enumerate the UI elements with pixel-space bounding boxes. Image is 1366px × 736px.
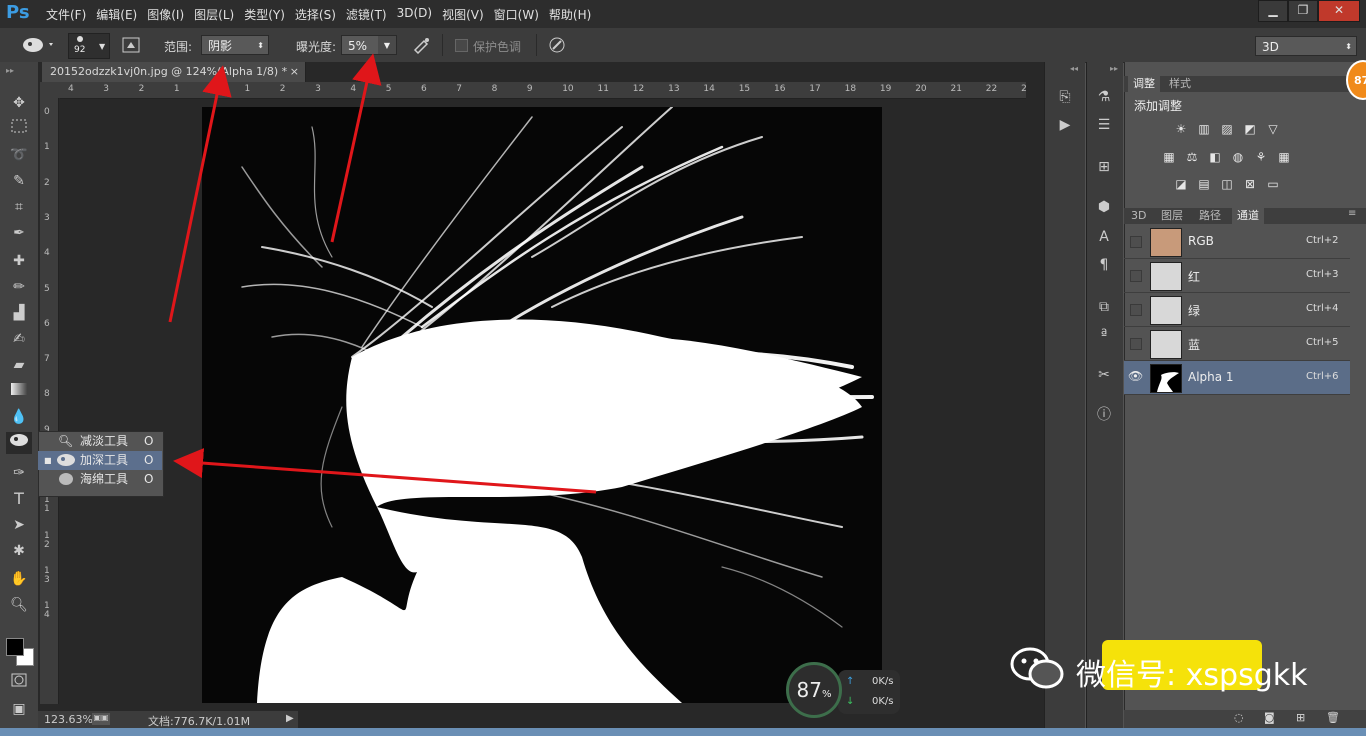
tab-3d[interactable]: 3D — [1126, 208, 1151, 224]
info-icon[interactable]: ⓘ — [1093, 404, 1115, 426]
selective-color-icon[interactable]: ⊠ — [1241, 177, 1259, 191]
black-white-icon[interactable]: ◧ — [1206, 150, 1224, 164]
collapse-icon[interactable]: ▸▸ — [1110, 64, 1118, 73]
brightness-icon[interactable]: ☀ — [1172, 122, 1190, 136]
add-adjustment-title: 添加调整 — [1134, 99, 1183, 113]
channel-shortcut: Ctrl+6 — [1306, 371, 1339, 382]
network-speed-widget: ↑ 0K/s ↓ 0K/s — [838, 670, 900, 714]
channel-row-alpha[interactable]: 👁︎ Alpha 1 Ctrl+6 — [1124, 361, 1350, 395]
exposure-icon[interactable]: ◩ — [1241, 122, 1259, 136]
watermark-text: 微信号: xspsgkk — [1076, 658, 1308, 693]
actions-play-icon[interactable]: ▶ — [1054, 114, 1076, 136]
arrow-to-exposure — [330, 53, 382, 243]
posterize-icon[interactable]: ▤ — [1195, 177, 1213, 191]
channel-name: 蓝 — [1188, 338, 1201, 352]
character-styles-icon[interactable]: ª — [1093, 324, 1115, 346]
delete-channel-icon[interactable]: 🗑︎ — [1326, 711, 1340, 724]
invert-icon[interactable]: ◪ — [1172, 177, 1190, 191]
download-speed: 0K/s — [872, 696, 894, 707]
channel-shortcut: Ctrl+2 — [1306, 235, 1339, 246]
channel-name: RGB — [1188, 234, 1214, 248]
adjustment-row-2: ▦ ⚖ ◧ ◍ ⚘ ▦ — [1160, 150, 1293, 164]
channel-thumbnail — [1150, 330, 1182, 359]
wechat-logo-icon — [1008, 644, 1068, 694]
channel-shortcut: Ctrl+5 — [1306, 337, 1339, 348]
channel-row-red[interactable]: 红 Ctrl+3 — [1124, 259, 1350, 293]
adjustments-tabbar: 调整 样式 — [1124, 76, 1366, 92]
tab-layers[interactable]: 图层 — [1156, 208, 1188, 224]
channel-mixer-icon[interactable]: ⚘ — [1252, 150, 1270, 164]
panel-menu-icon[interactable]: ≡ — [1348, 208, 1356, 219]
load-selection-icon[interactable]: ◌ — [1234, 711, 1244, 724]
threshold-icon[interactable]: ◫ — [1218, 177, 1236, 191]
paragraph-styles-icon[interactable]: ⧉ — [1093, 296, 1115, 318]
channel-thumbnail — [1150, 262, 1182, 291]
channel-row-blue[interactable]: 蓝 Ctrl+5 — [1124, 327, 1350, 361]
tool-presets-icon[interactable]: ⚗ — [1093, 86, 1115, 108]
eye-icon[interactable]: 👁︎ — [1128, 369, 1143, 383]
3d-object-icon[interactable]: ⬢ — [1093, 196, 1115, 218]
arrow-to-burn-tool — [173, 448, 597, 494]
tab-styles[interactable]: 样式 — [1164, 76, 1196, 92]
visibility-toggle[interactable] — [1130, 236, 1142, 248]
download-arrow-icon: ↓ — [846, 696, 855, 707]
visibility-toggle[interactable] — [1130, 304, 1142, 316]
channel-name: 红 — [1188, 270, 1201, 284]
channel-name: Alpha 1 — [1188, 370, 1234, 384]
cpu-percent: 87 — [796, 678, 822, 702]
channel-thumbnail — [1150, 296, 1182, 325]
upload-speed: 0K/s — [872, 676, 894, 687]
paragraph-panel-icon[interactable]: ¶ — [1093, 254, 1115, 276]
tab-channels[interactable]: 通道 — [1232, 208, 1264, 224]
new-channel-icon[interactable]: ⊞ — [1296, 711, 1305, 724]
levels-icon[interactable]: ▥ — [1195, 122, 1213, 136]
channel-shortcut: Ctrl+3 — [1306, 269, 1339, 280]
channel-shortcut: Ctrl+4 — [1306, 303, 1339, 314]
cpu-gauge[interactable]: 87% — [786, 662, 842, 718]
photo-filter-icon[interactable]: ◍ — [1229, 150, 1247, 164]
upload-arrow-icon: ↑ — [846, 676, 855, 687]
channel-row-green[interactable]: 绿 Ctrl+4 — [1124, 293, 1350, 327]
color-lookup-icon[interactable]: ▦ — [1275, 150, 1293, 164]
foreground-color-swatch[interactable] — [6, 638, 24, 656]
channel-row-rgb[interactable]: RGB Ctrl+2 — [1124, 225, 1350, 259]
clone-source-icon[interactable]: ⊞ — [1093, 156, 1115, 178]
adjustment-row-1: ☀ ▥ ▨ ◩ ▽ — [1172, 122, 1282, 136]
channel-thumbnail — [1150, 364, 1182, 393]
hue-saturation-icon[interactable]: ▦ — [1160, 150, 1178, 164]
cpu-unit: % — [821, 689, 832, 700]
tools-crossed-icon[interactable]: ✂ — [1093, 364, 1115, 386]
visibility-toggle[interactable] — [1130, 270, 1142, 282]
adjustment-row-3: ◪ ▤ ◫ ⊠ ▭ — [1172, 177, 1282, 191]
gradient-map-icon[interactable]: ▭ — [1264, 177, 1282, 191]
channels-footer: ◌ ◙ ⊞ 🗑︎ — [1124, 710, 1366, 728]
visibility-toggle[interactable] — [1130, 338, 1142, 350]
arrow-to-tab-title — [168, 65, 232, 323]
history-panel-icon[interactable]: ⎘ — [1054, 86, 1076, 108]
os-taskbar — [0, 728, 1366, 736]
vibrance-icon[interactable]: ▽ — [1264, 122, 1282, 136]
channel-name: 绿 — [1188, 304, 1201, 318]
color-balance-icon[interactable]: ⚖ — [1183, 150, 1201, 164]
brush-presets-icon[interactable]: ☰ — [1093, 114, 1115, 136]
channels-tabbar: 3D 图层 路径 通道 ≡ — [1124, 208, 1366, 224]
tab-adjustments[interactable]: 调整 — [1128, 76, 1160, 92]
tab-paths[interactable]: 路径 — [1194, 208, 1226, 224]
curves-icon[interactable]: ▨ — [1218, 122, 1236, 136]
collapsed-panel-dock-1 — [1044, 62, 1085, 736]
collapse-icon[interactable]: ◂◂ — [1070, 64, 1078, 73]
save-selection-icon[interactable]: ◙ — [1264, 711, 1275, 724]
character-panel-icon[interactable]: A — [1093, 226, 1115, 248]
channel-thumbnail — [1150, 228, 1182, 257]
